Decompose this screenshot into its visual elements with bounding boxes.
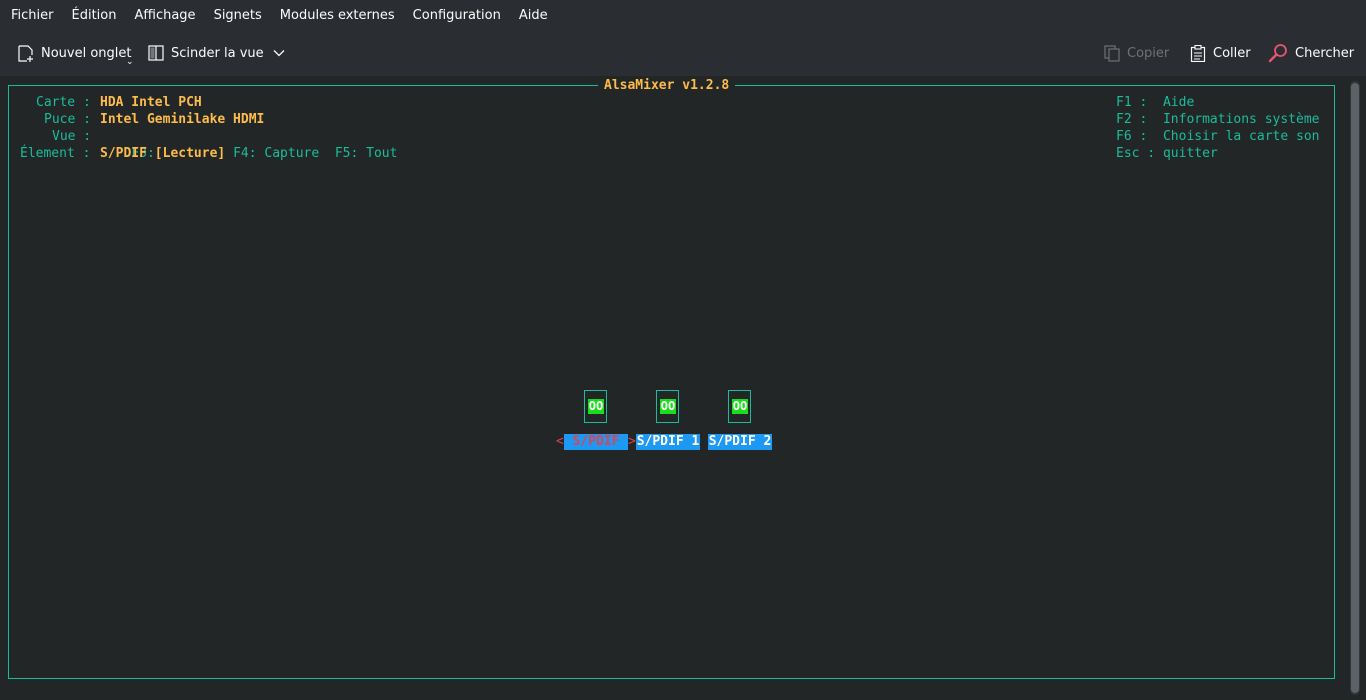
spdif-switch-value: OO xyxy=(588,399,604,414)
menu-signets[interactable]: Signets xyxy=(205,0,271,31)
copy-icon xyxy=(1104,44,1120,62)
chevron-down-icon[interactable] xyxy=(273,49,285,57)
card-value: HDA Intel PCH xyxy=(100,95,202,110)
menu-modules-externes[interactable]: Modules externes xyxy=(271,0,404,31)
chip-label: Puce : xyxy=(44,112,91,127)
help-f1: F1 : Aide xyxy=(1116,95,1195,110)
paste-label: Coller xyxy=(1213,45,1251,61)
split-view-button[interactable]: Scinder la vue xyxy=(148,42,285,64)
terminal-scrollbar[interactable] xyxy=(1350,81,1360,695)
paste-icon xyxy=(1190,44,1206,62)
spdif-1-switch-value: OO xyxy=(660,399,676,414)
toolbar: Nouvel onglet ⌄ Scinder la vue Copier Co… xyxy=(0,31,1366,76)
view-label: Vue : xyxy=(52,129,92,144)
copy-label: Copier xyxy=(1127,45,1170,61)
copy-button[interactable]: Copier xyxy=(1104,42,1169,64)
element-label: Élement : xyxy=(20,146,91,161)
spdif-switch[interactable]: OO xyxy=(584,390,607,423)
view-playback-active: [Lecture] xyxy=(154,146,226,161)
spdif-1-control-name[interactable]: S/PDIF 1 xyxy=(636,434,700,450)
selection-right-marker: > xyxy=(628,434,636,449)
menu-bar: Fichier Édition Affichage Signets Module… xyxy=(0,0,1366,31)
new-tab-menu-arrow-icon[interactable]: ⌄ xyxy=(126,57,134,67)
selection-left-marker: < xyxy=(556,434,564,449)
terminal-view[interactable]: AlsaMixer v1.2.8 Carte : HDA Intel PCH P… xyxy=(0,76,1366,700)
menu-edition[interactable]: Édition xyxy=(63,0,126,31)
chip-value: Intel Geminilake HDMI xyxy=(100,112,265,127)
split-view-icon xyxy=(148,45,164,61)
find-button[interactable]: Chercher xyxy=(1268,42,1354,64)
help-esc: Esc : quitter xyxy=(1116,146,1218,161)
menu-aide[interactable]: Aide xyxy=(510,0,557,31)
spdif-2-switch[interactable]: OO xyxy=(728,390,751,423)
spdif-2-control-name[interactable]: S/PDIF 2 xyxy=(708,434,772,450)
menu-configuration[interactable]: Configuration xyxy=(404,0,510,31)
spdif-1-switch[interactable]: OO xyxy=(656,390,679,423)
spdif-2-switch-value: OO xyxy=(732,399,748,414)
help-f6: F6 : Choisir la carte son xyxy=(1116,129,1320,144)
split-view-label: Scinder la vue xyxy=(171,45,264,61)
menu-affichage[interactable]: Affichage xyxy=(125,0,204,31)
new-tab-button[interactable]: Nouvel onglet xyxy=(17,42,132,64)
card-label: Carte : xyxy=(36,95,91,110)
menu-fichier[interactable]: Fichier xyxy=(2,0,63,31)
alsamixer-title: AlsaMixer v1.2.8 xyxy=(598,77,736,94)
help-f2: F2 : Informations système xyxy=(1116,112,1320,127)
new-tab-label: Nouvel onglet xyxy=(41,45,132,61)
find-label: Chercher xyxy=(1295,45,1355,61)
spdif-control-name[interactable]: S/PDIF xyxy=(564,434,628,450)
search-icon xyxy=(1268,44,1287,63)
scrollbar-thumb[interactable] xyxy=(1351,83,1359,693)
view-other-options: F4: Capture F5: Tout xyxy=(233,146,398,161)
new-tab-icon xyxy=(18,44,33,62)
paste-button[interactable]: Coller xyxy=(1190,42,1251,64)
element-value: S/PDIF xyxy=(100,146,147,161)
